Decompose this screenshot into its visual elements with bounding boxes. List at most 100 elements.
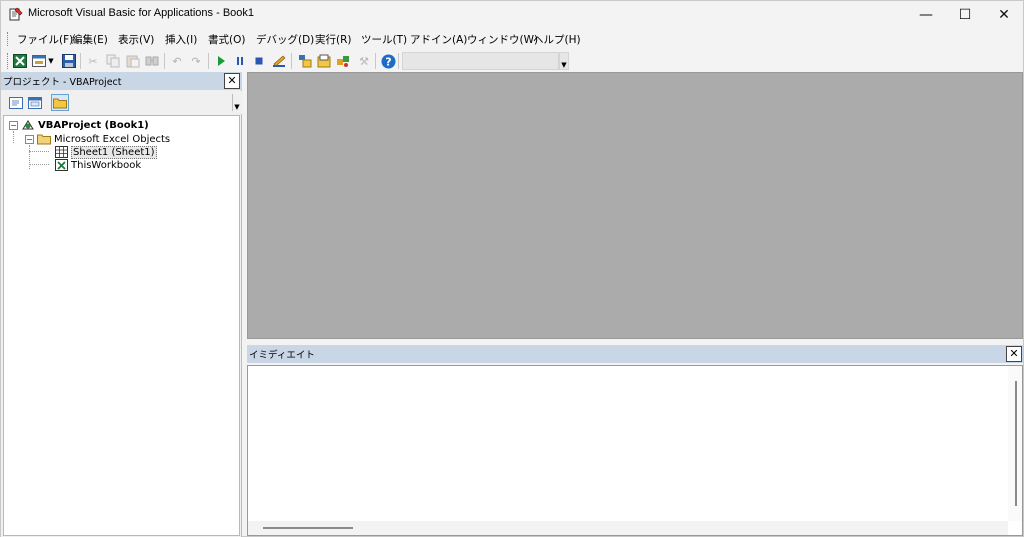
sheet1-label: Sheet1 (Sheet1) (71, 145, 157, 159)
toolbar-grip[interactable] (7, 53, 9, 69)
menu-view[interactable]: 表示(V) (118, 32, 154, 47)
worksheet-icon (54, 146, 68, 158)
maximize-button[interactable]: ☐ (945, 1, 985, 28)
undo-icon: ↶ (172, 54, 182, 68)
save-button[interactable] (61, 53, 77, 69)
tree-item-sheet1[interactable]: Sheet1 (Sheet1) (54, 145, 157, 159)
project-explorer-icon (299, 55, 312, 68)
tree-connector (29, 164, 49, 165)
position-combo[interactable] (402, 52, 559, 70)
folder-icon (53, 98, 67, 108)
menu-debug[interactable]: デバッグ(D) (256, 32, 314, 47)
menu-window[interactable]: ウィンドウ(W) (467, 32, 538, 47)
project-pane-close-button[interactable]: ✕ (224, 73, 240, 89)
project-pane-title: プロジェクト - VBAProject (3, 77, 122, 88)
cut-button[interactable]: ✂ (85, 53, 101, 69)
redo-button[interactable]: ↷ (188, 53, 204, 69)
view-object-button[interactable] (26, 94, 44, 111)
break-button[interactable] (232, 53, 248, 69)
toggle-folders-button[interactable] (51, 94, 69, 111)
menu-run[interactable]: 実行(R) (315, 32, 352, 47)
view-code-button[interactable] (7, 94, 25, 111)
vertical-scrollbar[interactable] (1008, 366, 1022, 521)
menu-addins[interactable]: アドイン(A) (410, 32, 467, 47)
vba-project-icon (21, 119, 35, 131)
reset-icon (255, 57, 263, 65)
scrollbar-thumb[interactable] (1015, 381, 1017, 506)
workbook-icon (54, 159, 68, 171)
redo-icon: ↷ (191, 54, 201, 68)
toolbox-icon: ⚒ (359, 54, 369, 68)
cut-icon: ✂ (88, 54, 98, 68)
menu-grip[interactable] (7, 32, 9, 46)
properties-icon (317, 54, 331, 68)
immediate-window-input[interactable] (247, 365, 1023, 536)
project-explorer-button[interactable] (297, 53, 313, 69)
reset-button[interactable] (251, 53, 267, 69)
toolbox-button[interactable]: ⚒ (356, 53, 372, 69)
run-button[interactable] (213, 53, 229, 69)
menu-edit[interactable]: 編集(E) (72, 32, 108, 47)
project-tree: − VBAProject (Book1) − Microsoft Excel O… (3, 115, 240, 536)
menu-insert[interactable]: 挿入(I) (165, 32, 197, 47)
tree-connector (29, 151, 49, 152)
tree-item-excel-objects[interactable]: − Microsoft Excel Objects (25, 132, 170, 146)
chevron-down-icon: ▼ (234, 103, 240, 111)
project-toolbar-options[interactable]: ▼ (232, 94, 241, 111)
run-icon (218, 56, 225, 66)
design-mode-icon (273, 55, 286, 67)
tree-item-thisworkbook[interactable]: ThisWorkbook (54, 158, 141, 172)
insert-userform-icon (32, 55, 46, 67)
menu-format[interactable]: 書式(O) (208, 32, 245, 47)
close-icon: ✕ (998, 6, 1010, 23)
svg-text:?: ? (385, 55, 391, 68)
object-browser-button[interactable] (335, 53, 351, 69)
design-mode-button[interactable] (271, 53, 287, 69)
view-object-icon (28, 96, 42, 109)
collapse-toggle[interactable]: − (9, 120, 18, 130)
save-icon (62, 54, 76, 68)
project-pane-toolbar: ▼ (1, 91, 242, 114)
vba-app-icon (9, 7, 23, 21)
help-button[interactable]: ? (380, 53, 396, 69)
toolbar-options-button[interactable]: ▼ (559, 52, 569, 70)
menu-tools[interactable]: ツール(T) (361, 32, 407, 47)
collapse-toggle[interactable]: − (25, 134, 34, 144)
minimize-button[interactable]: — (906, 1, 946, 28)
excel-icon (13, 54, 27, 68)
horizontal-scrollbar[interactable] (248, 521, 1008, 535)
project-explorer-pane: プロジェクト - VBAProject ✕ ▼ − VBAProject (Bo… (1, 72, 242, 537)
immediate-window-titlebar[interactable]: イミディエイト ✕ (247, 345, 1023, 363)
paste-button[interactable] (125, 53, 141, 69)
insert-dropdown-button[interactable]: ▼ (47, 53, 55, 69)
view-excel-button[interactable] (12, 53, 28, 69)
window-title: Microsoft Visual Basic for Applications … (28, 7, 255, 19)
dropdown-arrow-icon: ▼ (48, 57, 54, 65)
break-icon (237, 57, 243, 65)
toolbar-separator (208, 53, 209, 69)
toolbar-separator (398, 53, 399, 69)
project-pane-titlebar[interactable]: プロジェクト - VBAProject ✕ (1, 72, 242, 90)
menu-bar: ファイル(F) 編集(E) 表示(V) 挿入(I) 書式(O) デバッグ(D) … (1, 29, 1023, 49)
tree-connector (13, 131, 14, 143)
close-button[interactable]: ✕ (984, 1, 1024, 28)
scrollbar-thumb[interactable] (263, 527, 353, 529)
tree-item-vbaproject[interactable]: − VBAProject (Book1) (9, 118, 149, 132)
toolbar-separator (375, 53, 376, 69)
properties-button[interactable] (316, 53, 332, 69)
menu-file[interactable]: ファイル(F) (17, 32, 73, 47)
menu-help[interactable]: ヘルプ(H) (533, 32, 581, 47)
toolbar-separator (291, 53, 292, 69)
insert-userform-button[interactable] (31, 53, 47, 69)
paste-icon (126, 55, 140, 68)
title-bar: Microsoft Visual Basic for Applications … (1, 1, 1023, 28)
view-code-icon (9, 96, 23, 109)
copy-icon (106, 54, 120, 68)
mdi-client-area[interactable] (247, 72, 1023, 339)
copy-button[interactable] (105, 53, 121, 69)
immediate-close-button[interactable]: ✕ (1006, 346, 1022, 362)
object-browser-icon (337, 56, 349, 67)
find-button[interactable] (144, 53, 160, 69)
undo-button[interactable]: ↶ (169, 53, 185, 69)
maximize-icon: ☐ (958, 6, 972, 23)
